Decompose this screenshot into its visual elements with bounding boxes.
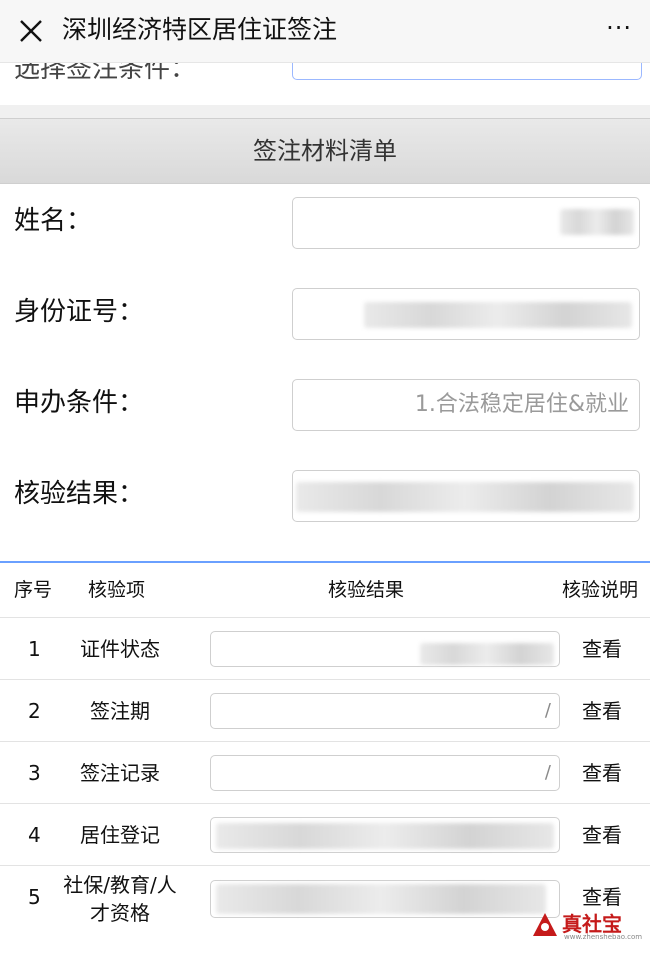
name-row: 姓名： (0, 185, 650, 275)
redacted-verify-result (296, 482, 634, 512)
row-item: 证件状态 (80, 637, 160, 661)
header-index: 序号 (14, 579, 53, 601)
row-item: 居住登记 (80, 823, 160, 847)
condition-apply-row: 申办条件： 1.合法稳定居住&就业 (0, 367, 650, 457)
materials-section-header: 签注材料清单 (0, 118, 650, 184)
condition-apply-field[interactable]: 1.合法稳定居住&就业 (292, 379, 640, 431)
row-index: 2 (28, 699, 41, 723)
watermark-logo: 真社宝 www.zhenshebao.com (530, 908, 642, 946)
row-index: 3 (28, 761, 41, 785)
more-menu-icon[interactable]: ··· (606, 14, 632, 42)
condition-apply-label: 申办条件： (14, 388, 145, 418)
redacted-result (216, 884, 546, 914)
verify-result-row: 核验结果： (0, 458, 650, 548)
title-bar: 深圳经济特区居住证签注 ··· (0, 0, 650, 62)
row-result-field[interactable]: / (210, 693, 560, 729)
section-divider (0, 105, 650, 119)
logo-icon (533, 913, 557, 936)
table-row: 2 签注期 / 查看 (0, 679, 650, 742)
id-number-row: 身份证号： (0, 276, 650, 366)
redacted-result (216, 823, 554, 849)
row-item: 签注期 (90, 699, 150, 723)
row-item: 社保/教育/人才资格 (63, 873, 177, 925)
close-icon[interactable] (18, 18, 44, 44)
redacted-id-number (364, 302, 632, 328)
page-title: 深圳经济特区居住证签注 (62, 15, 338, 44)
view-link[interactable]: 查看 (582, 680, 622, 742)
table-header: 序号 核验项 核验结果 核验说明 (0, 563, 650, 617)
condition-label: 选择签注条件： (14, 62, 197, 84)
view-link[interactable]: 查看 (582, 618, 622, 680)
header-item: 核验项 (88, 579, 146, 601)
table-row: 1 证件状态 查看 (0, 617, 650, 680)
row-index: 5 (28, 885, 41, 909)
header-result: 核验结果 (328, 579, 405, 601)
table-row: 3 签注记录 / 查看 (0, 741, 650, 804)
row-item: 签注记录 (80, 761, 160, 785)
name-label: 姓名： (14, 206, 93, 236)
row-index: 4 (28, 823, 41, 847)
table-row: 4 居住登记 查看 (0, 803, 650, 866)
row-index: 1 (28, 637, 41, 661)
view-link[interactable]: 查看 (582, 742, 622, 804)
redacted-result (420, 643, 554, 665)
view-link[interactable]: 查看 (582, 804, 622, 866)
redacted-name (560, 209, 634, 235)
id-number-label: 身份证号： (14, 297, 145, 327)
header-note: 核验说明 (562, 579, 639, 601)
condition-select[interactable] (292, 62, 642, 80)
row-result-field[interactable]: / (210, 755, 560, 791)
watermark-url: www.zhenshebao.com (564, 933, 643, 941)
verify-result-label: 核验结果： (14, 479, 145, 509)
